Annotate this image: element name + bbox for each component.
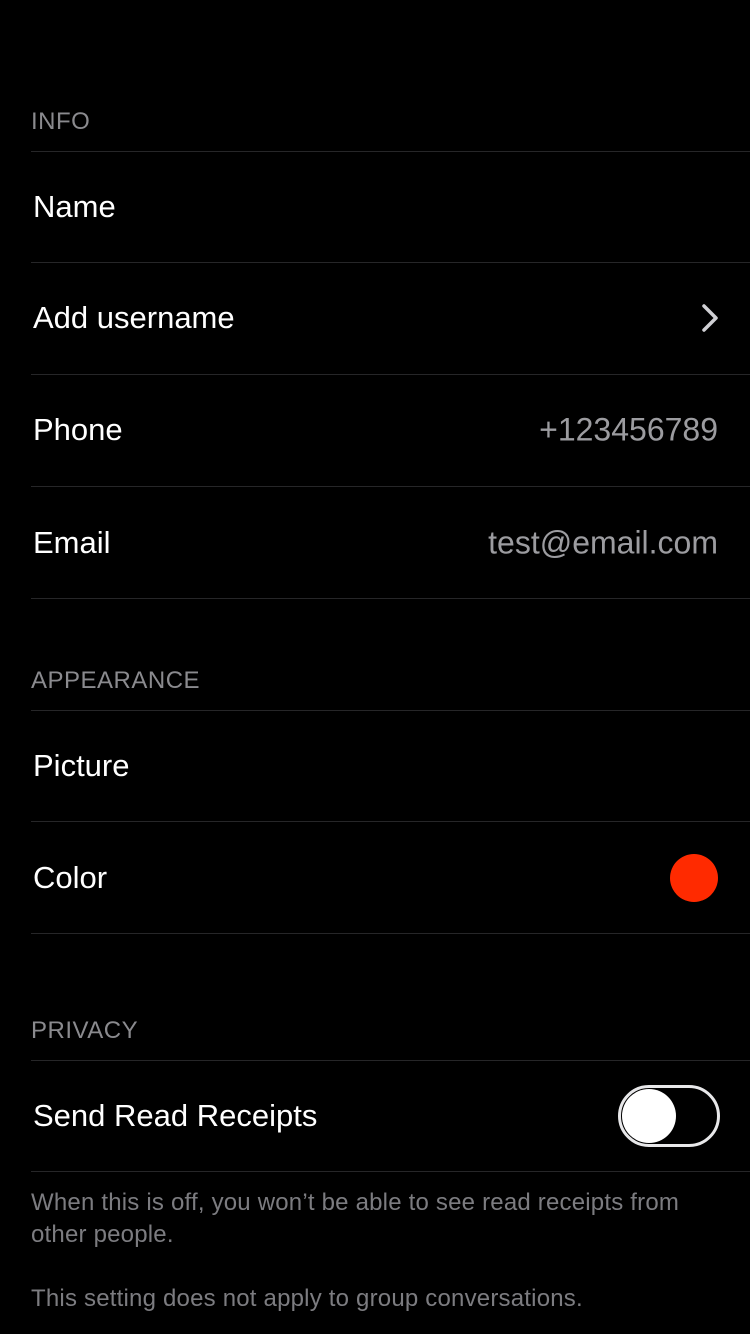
row-picture[interactable]: Picture — [31, 710, 750, 821]
row-send-read-receipts-label: Send Read Receipts — [33, 1098, 318, 1133]
row-picture-label: Picture — [33, 748, 130, 783]
row-phone-label: Phone — [33, 412, 123, 447]
row-phone[interactable]: Phone +123456789 — [31, 374, 750, 485]
toggle-knob — [622, 1089, 676, 1143]
privacy-footnote-2: This setting does not apply to group con… — [31, 1285, 583, 1312]
row-send-read-receipts: Send Read Receipts — [31, 1060, 750, 1172]
row-color-label: Color — [33, 859, 108, 895]
row-add-username-label: Add username — [33, 300, 235, 335]
section-header-appearance: APPEARANCE — [31, 667, 201, 694]
row-add-username[interactable]: Add username — [31, 262, 750, 373]
row-email-label: Email — [33, 524, 111, 560]
section-header-privacy: PRIVACY — [31, 1017, 139, 1044]
row-name-label: Name — [33, 189, 116, 224]
section-header-info: INFO — [31, 108, 91, 135]
row-phone-value: +123456789 — [539, 411, 718, 448]
color-swatch[interactable] — [670, 853, 718, 902]
row-name[interactable]: Name — [31, 151, 750, 262]
chevron-right-icon — [702, 304, 718, 332]
read-receipts-toggle[interactable] — [618, 1085, 720, 1147]
row-email[interactable]: Email test@email.com — [31, 486, 750, 599]
row-color[interactable]: Color — [31, 821, 750, 934]
privacy-footnote-1: When this is off, you won’t be able to s… — [31, 1189, 680, 1248]
row-email-value: test@email.com — [488, 524, 718, 560]
